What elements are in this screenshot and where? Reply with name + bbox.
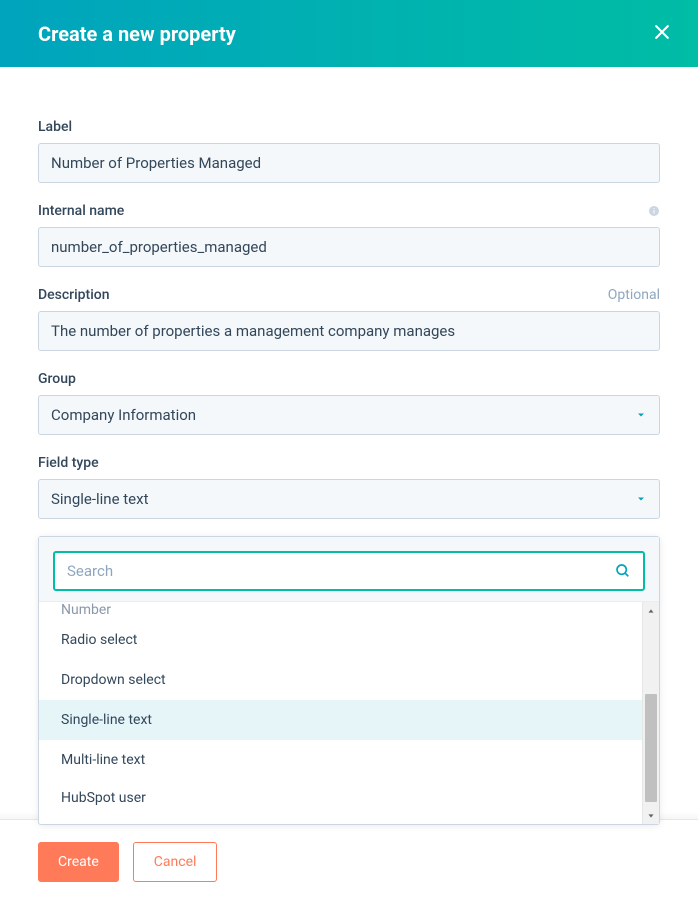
- field-group-group: Group Company Information: [38, 371, 660, 435]
- scrollbar-thumb[interactable]: [645, 694, 657, 802]
- field-label-group: Label: [38, 119, 660, 183]
- dropdown-options-container: Number Radio select Dropdown select Sing…: [39, 602, 659, 824]
- form-body: Label Internal name Description Optional…: [0, 67, 698, 519]
- dialog-footer: Create Cancel: [0, 819, 698, 904]
- field-type-dropdown: Number Radio select Dropdown select Sing…: [38, 536, 660, 825]
- create-button[interactable]: Create: [38, 842, 119, 882]
- close-button[interactable]: [652, 22, 672, 46]
- field-description-group: Description Optional: [38, 287, 660, 351]
- group-label: Group: [38, 371, 76, 387]
- dropdown-search-wrap: [39, 537, 659, 602]
- optional-tag: Optional: [608, 287, 660, 303]
- options-list: Number Radio select Dropdown select Sing…: [39, 602, 642, 824]
- option-multi-line-text[interactable]: Multi-line text: [39, 740, 642, 780]
- description-input[interactable]: [38, 311, 660, 351]
- search-icon: [615, 563, 631, 579]
- option-number[interactable]: Number: [39, 602, 642, 620]
- caret-down-icon: [635, 409, 647, 421]
- group-select[interactable]: Company Information: [38, 395, 660, 435]
- cancel-button[interactable]: Cancel: [133, 842, 218, 882]
- dropdown-search-box[interactable]: [53, 551, 645, 591]
- label-label: Label: [38, 119, 72, 135]
- caret-down-icon: [635, 493, 647, 505]
- field-type-select[interactable]: Single-line text: [38, 479, 660, 519]
- scroll-up-arrow-icon[interactable]: [643, 602, 659, 619]
- field-type-label: Field type: [38, 455, 99, 471]
- option-single-line-text[interactable]: Single-line text: [39, 700, 642, 740]
- close-icon: [652, 22, 672, 46]
- internal-name-input[interactable]: [38, 227, 660, 267]
- group-select-value: Company Information: [51, 406, 196, 424]
- scroll-down-arrow-icon[interactable]: [643, 807, 659, 824]
- option-dropdown-select[interactable]: Dropdown select: [39, 660, 642, 700]
- info-icon[interactable]: [648, 205, 660, 217]
- internal-name-label: Internal name: [38, 203, 124, 219]
- description-label: Description: [38, 287, 110, 303]
- search-input[interactable]: [67, 562, 615, 580]
- scrollbar[interactable]: [642, 602, 659, 824]
- field-type-group: Field type Single-line text: [38, 455, 660, 519]
- dialog-header: Create a new property: [0, 0, 698, 67]
- field-type-select-value: Single-line text: [51, 490, 148, 508]
- option-radio-select[interactable]: Radio select: [39, 620, 642, 660]
- dialog-title: Create a new property: [38, 22, 236, 46]
- field-internal-name-group: Internal name: [38, 203, 660, 267]
- option-hubspot-user[interactable]: HubSpot user: [39, 780, 642, 816]
- label-input[interactable]: [38, 143, 660, 183]
